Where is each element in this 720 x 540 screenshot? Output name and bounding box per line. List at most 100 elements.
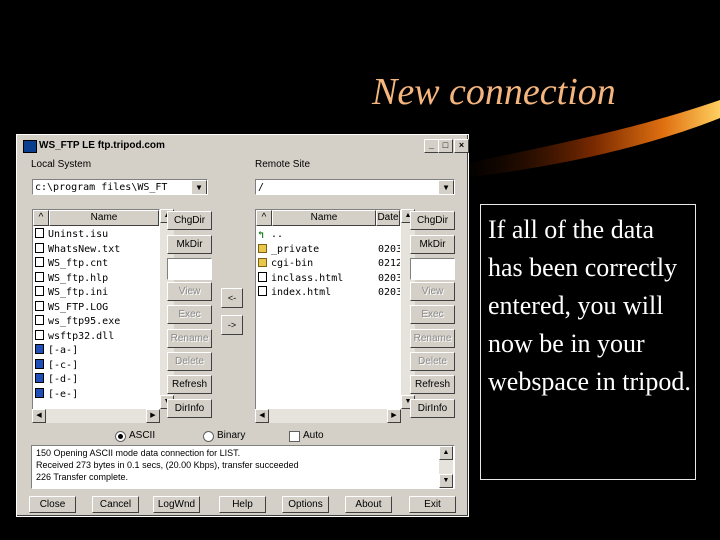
local-delete-button[interactable]: Delete bbox=[167, 352, 212, 371]
local-exec-button[interactable]: Exec bbox=[167, 305, 212, 324]
file-name: ws_ftp95.exe bbox=[48, 316, 121, 327]
local-mkdir-button[interactable]: MkDir bbox=[167, 235, 212, 254]
scroll-left-icon[interactable]: ◀ bbox=[32, 409, 46, 423]
remote-rename-button[interactable]: Rename bbox=[410, 329, 455, 348]
exit-button[interactable]: Exit bbox=[409, 496, 456, 513]
doc-icon bbox=[35, 228, 44, 238]
doc-icon bbox=[258, 271, 267, 282]
file-name: Uninst.isu bbox=[48, 229, 109, 240]
remote-path-combo[interactable]: / ▼ bbox=[255, 179, 455, 195]
remote-hscroll[interactable]: ◀ ▶ bbox=[255, 409, 401, 423]
remote-delete-button[interactable]: Delete bbox=[410, 352, 455, 371]
local-file-row[interactable]: wsftp32.dll bbox=[35, 329, 115, 344]
remote-file-row[interactable]: cgi-bin bbox=[258, 257, 374, 271]
remote-file-row[interactable]: ↰.. bbox=[258, 228, 374, 242]
log-vscroll[interactable]: ▲ ▼ bbox=[439, 446, 453, 488]
local-file-row[interactable]: WS_ftp.ini bbox=[35, 286, 108, 300]
scroll-up-icon[interactable]: ▲ bbox=[439, 446, 453, 460]
local-path-value: c:\program files\WS_FT bbox=[35, 182, 168, 193]
help-button[interactable]: Help bbox=[219, 496, 266, 513]
chevron-down-icon[interactable]: ▼ bbox=[191, 180, 207, 194]
local-file-row[interactable]: [-c-] bbox=[35, 358, 78, 373]
remote-col-name[interactable]: Name bbox=[272, 210, 376, 226]
local-file-row[interactable]: WS_FTP.LOG bbox=[35, 300, 108, 315]
download-arrow-button[interactable]: <- bbox=[221, 288, 243, 308]
remote-col-date[interactable]: Date bbox=[376, 210, 400, 226]
log-line: 226 Transfer complete. bbox=[36, 472, 129, 482]
remote-file-row[interactable]: _private bbox=[258, 243, 374, 257]
remote-input-box[interactable] bbox=[410, 258, 455, 280]
maximize-button[interactable]: □ bbox=[438, 139, 453, 153]
remote-file-row[interactable]: index.html bbox=[258, 286, 374, 300]
local-file-list[interactable]: ^ Name Uninst.isu WhatsNew.txt WS_ftp.cnt W… bbox=[32, 209, 160, 423]
scroll-right-icon[interactable]: ▶ bbox=[387, 409, 401, 423]
upload-arrow-button[interactable]: -> bbox=[221, 315, 243, 335]
remote-refresh-button[interactable]: Refresh bbox=[410, 375, 455, 394]
scroll-down-icon[interactable]: ▼ bbox=[439, 474, 453, 488]
remote-chgdir-button[interactable]: ChgDir bbox=[410, 211, 455, 230]
remote-file-list[interactable]: ^ Name Date ↰.. _private 0203 cgi-bin 0212 in… bbox=[255, 209, 401, 423]
file-name: wsftp32.dll bbox=[48, 330, 115, 342]
file-name: [-a-] bbox=[48, 345, 79, 356]
ftp-window: WS_FTP LE ftp.tripod.com _ □ × Local Sys… bbox=[16, 134, 469, 517]
local-file-row[interactable]: [-d-] bbox=[35, 373, 78, 387]
slide-title: New connection bbox=[372, 71, 616, 113]
local-path-combo[interactable]: c:\program files\WS_FT ▼ bbox=[32, 179, 208, 195]
local-file-row[interactable]: Uninst.isu bbox=[35, 228, 108, 242]
file-name: [-e-] bbox=[48, 388, 79, 400]
file-date: 0212 bbox=[378, 258, 400, 269]
file-name: [-d-] bbox=[48, 374, 79, 385]
local-input-box[interactable] bbox=[167, 258, 212, 280]
scroll-left-icon[interactable]: ◀ bbox=[255, 409, 269, 423]
close-window-button[interactable]: × bbox=[454, 139, 469, 153]
remote-col-up[interactable]: ^ bbox=[256, 210, 272, 226]
local-col-up[interactable]: ^ bbox=[33, 210, 49, 226]
local-view-button[interactable]: View bbox=[167, 282, 212, 301]
local-rename-button[interactable]: Rename bbox=[167, 329, 212, 348]
options-button[interactable]: Options bbox=[282, 496, 329, 513]
doc-icon bbox=[35, 315, 44, 325]
local-file-row[interactable]: WhatsNew.txt bbox=[35, 242, 120, 257]
log-line: 150 Opening ASCII mode data connection f… bbox=[36, 448, 241, 458]
auto-checkbox[interactable] bbox=[289, 431, 300, 442]
local-chgdir-button[interactable]: ChgDir bbox=[167, 211, 212, 230]
about-button[interactable]: About bbox=[345, 496, 392, 513]
remote-view-button[interactable]: View bbox=[410, 282, 455, 301]
scroll-right-icon[interactable]: ▶ bbox=[146, 409, 160, 423]
remote-exec-button[interactable]: Exec bbox=[410, 305, 455, 324]
remote-file-row[interactable]: inclass.html bbox=[258, 271, 374, 286]
close-button[interactable]: Close bbox=[29, 496, 76, 513]
window-title: WS_FTP LE ftp.tripod.com bbox=[39, 140, 165, 151]
local-file-row[interactable]: [-a-] bbox=[35, 344, 78, 358]
remote-dirinfo-button[interactable]: DirInfo bbox=[410, 399, 455, 418]
remote-mkdir-button[interactable]: MkDir bbox=[410, 235, 455, 254]
file-name: WS_ftp.hlp bbox=[48, 272, 109, 284]
local-file-row[interactable]: [-e-] bbox=[35, 387, 79, 402]
file-name: _private bbox=[271, 243, 320, 255]
app-icon bbox=[23, 140, 37, 153]
local-file-row[interactable]: WS_ftp.cnt bbox=[35, 257, 108, 271]
cancel-button[interactable]: Cancel bbox=[92, 496, 139, 513]
slide-text-box: If all of the data has been correctly en… bbox=[480, 204, 696, 480]
local-file-row[interactable]: ws_ftp95.exe bbox=[35, 315, 120, 329]
auto-label: Auto bbox=[303, 430, 324, 441]
binary-radio[interactable] bbox=[203, 431, 214, 442]
local-file-row[interactable]: WS_ftp.hlp bbox=[35, 271, 109, 286]
log-line: Received 273 bytes in 0.1 secs, (20.00 K… bbox=[36, 460, 299, 470]
local-refresh-button[interactable]: Refresh bbox=[167, 375, 212, 394]
local-col-name[interactable]: Name bbox=[49, 210, 159, 226]
local-dirinfo-button[interactable]: DirInfo bbox=[167, 399, 212, 418]
window-titlebar[interactable]: WS_FTP LE ftp.tripod.com _ □ × bbox=[19, 137, 469, 154]
minimize-button[interactable]: _ bbox=[424, 139, 439, 153]
doc-icon bbox=[35, 242, 44, 253]
doc-icon bbox=[258, 286, 267, 296]
slide-body-text: If all of the data has been correctly en… bbox=[488, 215, 691, 396]
chevron-down-icon[interactable]: ▼ bbox=[438, 180, 454, 194]
status-log[interactable]: 150 Opening ASCII mode data connection f… bbox=[31, 445, 455, 489]
drive-icon bbox=[35, 373, 44, 383]
local-hscroll[interactable]: ◀ ▶ bbox=[32, 409, 160, 423]
ascii-radio[interactable] bbox=[115, 431, 126, 442]
file-name: WS_ftp.ini bbox=[48, 287, 109, 298]
logwnd-button[interactable]: LogWnd bbox=[153, 496, 200, 513]
up-icon: ↰ bbox=[258, 230, 265, 241]
